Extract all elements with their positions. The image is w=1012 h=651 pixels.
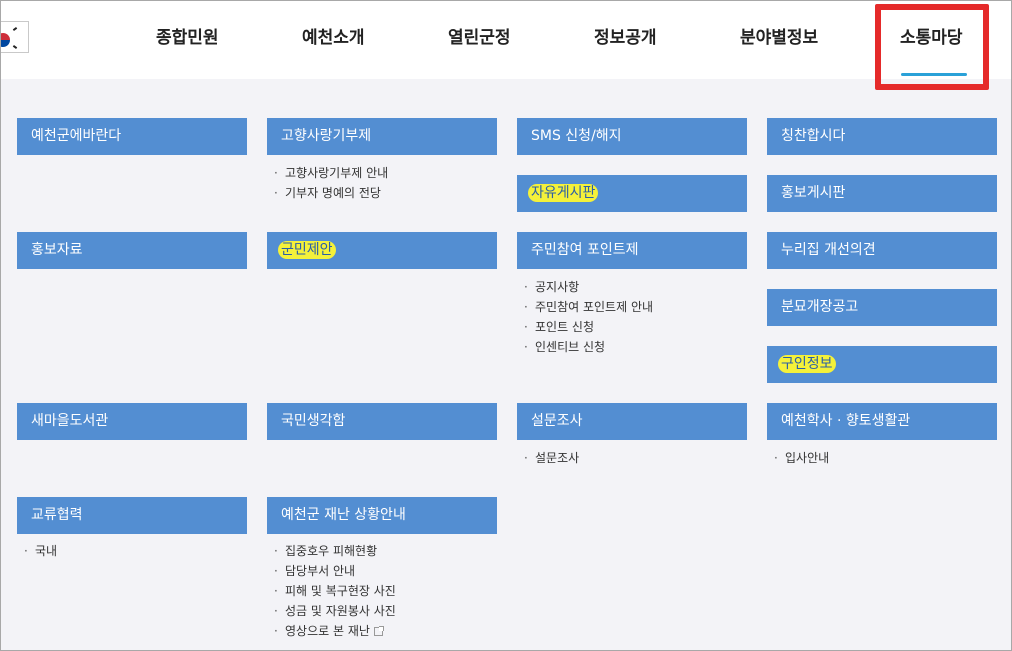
disaster-info-submenu: 집중호우 피해현황 담당부서 안내 피해 및 복구현장 사진 성금 및 자원봉사… xyxy=(271,541,396,641)
survey-submenu: 설문조사 xyxy=(521,448,579,468)
menu-category-grave-notice[interactable]: 분묘개장공고 xyxy=(767,289,997,326)
submenu-item[interactable]: 성금 및 자원봉사 사진 xyxy=(271,601,396,621)
submenu-item-label: 영상으로 본 재난 xyxy=(285,624,370,638)
menu-category-requests[interactable]: 예천군에바란다 xyxy=(17,118,247,155)
highlighted-label: 구인정보 xyxy=(778,355,836,373)
nav-item-open-government[interactable]: 열린군정 xyxy=(448,23,511,48)
menu-category-sms[interactable]: SMS 신청/해지 xyxy=(517,118,747,155)
menu-category-dormitory[interactable]: 예천학사 · 향토생활관 xyxy=(767,403,997,440)
menu-category-hometown-donation[interactable]: 고향사랑기부제 xyxy=(267,118,497,155)
submenu-item[interactable]: 국내 xyxy=(21,541,57,561)
submenu-item[interactable]: 설문조사 xyxy=(521,448,579,468)
nav-item-about[interactable]: 예천소개 xyxy=(302,23,365,48)
submenu-item[interactable]: 주민참여 포인트제 안내 xyxy=(521,297,653,317)
hometown-donation-submenu: 고향사랑기부제 안내 기부자 명예의 전당 xyxy=(271,163,388,203)
menu-category-website-feedback[interactable]: 누리집 개선의견 xyxy=(767,232,997,269)
menu-category-national-idea-box[interactable]: 국민생각함 xyxy=(267,403,497,440)
exchange-submenu: 국내 xyxy=(21,541,57,561)
dormitory-submenu: 입사안내 xyxy=(771,448,829,468)
submenu-item[interactable]: 피해 및 복구현장 사진 xyxy=(271,581,396,601)
submenu-item[interactable]: 기부자 명예의 전당 xyxy=(271,183,388,203)
submenu-item[interactable]: 입사안내 xyxy=(771,448,829,468)
active-tab-underline xyxy=(901,73,967,76)
menu-category-promo-materials[interactable]: 홍보자료 xyxy=(17,232,247,269)
page-frame: 종합민원 예천소개 열린군정 정보공개 분야별정보 소통마당 예천군에바란다 홍… xyxy=(0,0,1012,651)
menu-category-compliments[interactable]: 칭찬합시다 xyxy=(767,118,997,155)
nav-item-civil-service[interactable]: 종합민원 xyxy=(156,23,219,48)
menu-category-resident-points[interactable]: 주민참여 포인트제 xyxy=(517,232,747,269)
resident-points-submenu: 공지사항 주민참여 포인트제 안내 포인트 신청 인센티브 신청 xyxy=(521,277,653,357)
submenu-item[interactable]: 집중호우 피해현황 xyxy=(271,541,396,561)
menu-category-free-board[interactable]: 자유게시판 xyxy=(517,175,747,212)
highlighted-label: 자유게시판 xyxy=(528,184,599,202)
menu-category-survey[interactable]: 설문조사 xyxy=(517,403,747,440)
top-navigation: 종합민원 예천소개 열린군정 정보공개 분야별정보 소통마당 xyxy=(1,1,1011,79)
menu-category-saemaul-library[interactable]: 새마을도서관 xyxy=(17,403,247,440)
menu-category-exchange[interactable]: 교류협력 xyxy=(17,497,247,534)
submenu-item[interactable]: 공지사항 xyxy=(521,277,653,297)
nav-item-communication[interactable]: 소통마당 xyxy=(900,23,963,48)
submenu-item[interactable]: 고향사랑기부제 안내 xyxy=(271,163,388,183)
external-link-icon xyxy=(373,626,384,636)
menu-category-promo-board[interactable]: 홍보게시판 xyxy=(767,175,997,212)
submenu-item[interactable]: 포인트 신청 xyxy=(521,317,653,337)
submenu-item-video[interactable]: 영상으로 본 재난 xyxy=(271,621,396,641)
highlighted-label: 군민제안 xyxy=(278,241,336,259)
nav-item-information-disclosure[interactable]: 정보공개 xyxy=(594,23,657,48)
submenu-item[interactable]: 담당부서 안내 xyxy=(271,561,396,581)
nav-item-field-information[interactable]: 분야별정보 xyxy=(740,23,818,48)
menu-category-citizen-proposal[interactable]: 군민제안 xyxy=(267,232,497,269)
submenu-item[interactable]: 인센티브 신청 xyxy=(521,337,653,357)
menu-category-disaster-info[interactable]: 예천군 재난 상황안내 xyxy=(267,497,497,534)
korea-flag-icon[interactable] xyxy=(1,21,29,53)
menu-category-job-info[interactable]: 구인정보 xyxy=(767,346,997,383)
